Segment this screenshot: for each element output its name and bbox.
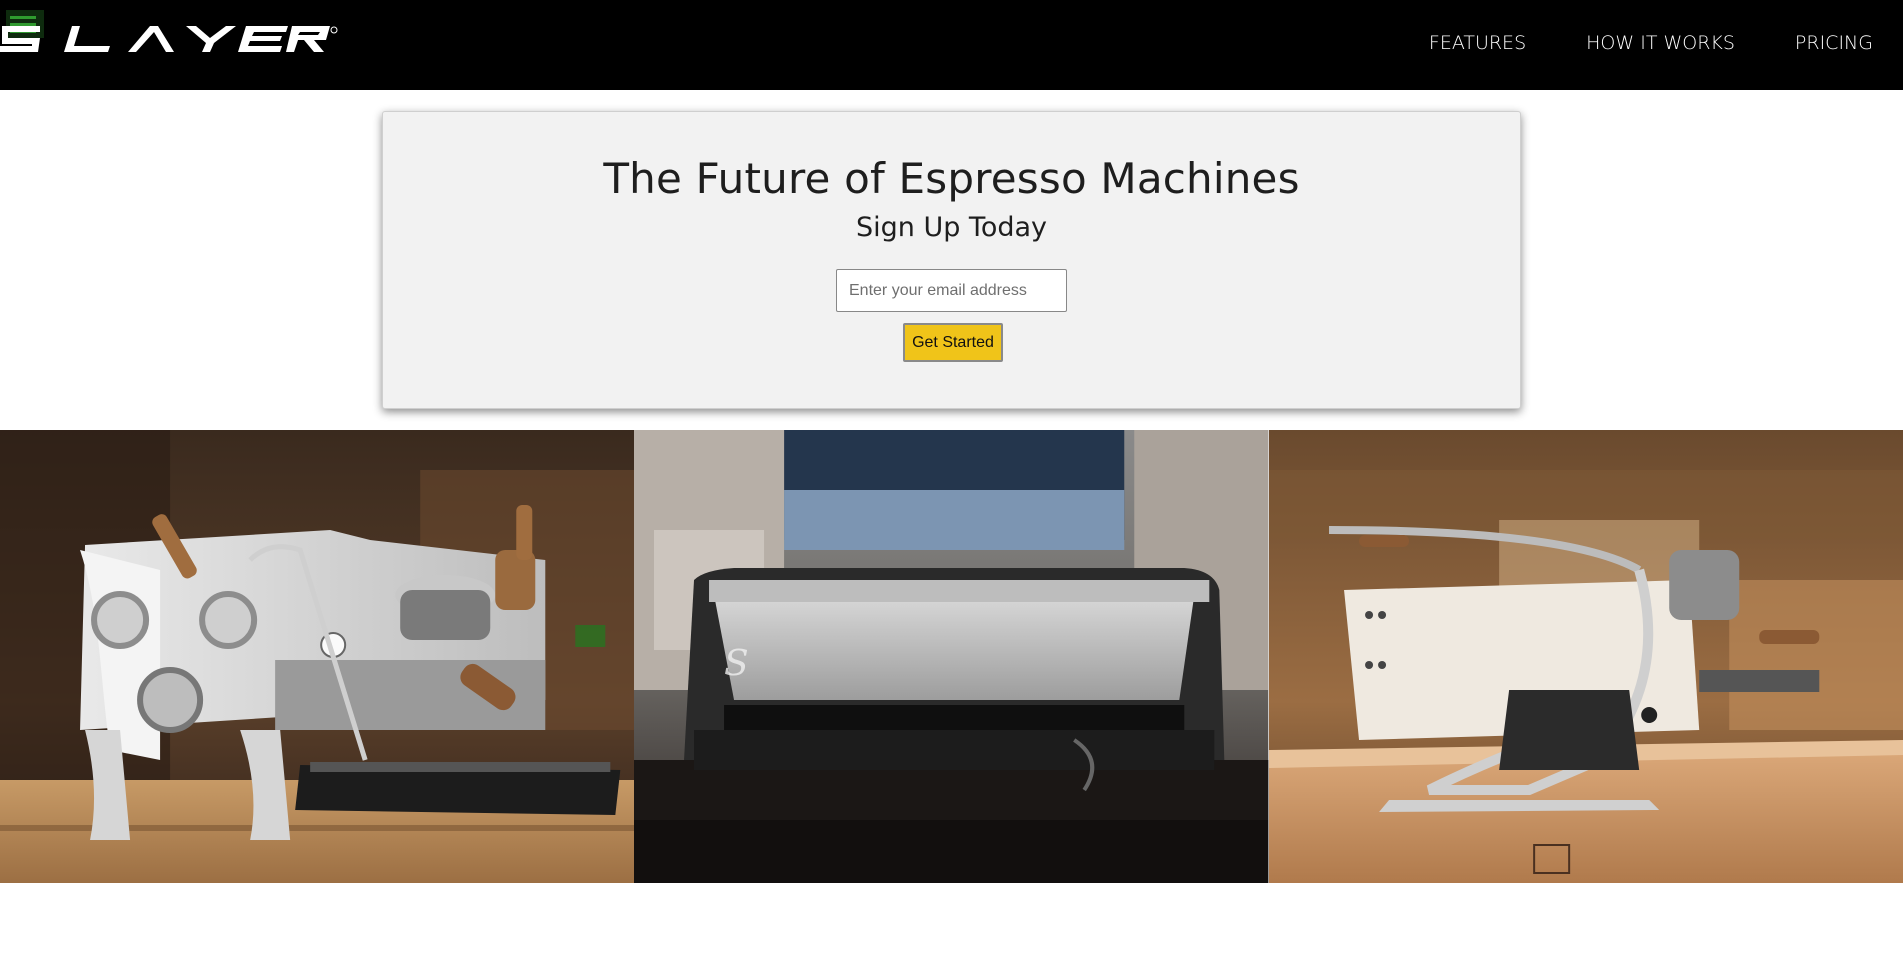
email-input[interactable] bbox=[836, 269, 1067, 312]
espresso-machine-side-photo bbox=[1268, 430, 1903, 883]
logo-icon bbox=[0, 10, 338, 52]
main-nav: FEATURES HOW IT WORKS PRICING bbox=[1429, 32, 1873, 54]
nav-how-it-works[interactable]: HOW IT WORKS bbox=[1586, 32, 1735, 54]
hero-title: The Future of Espresso Machines bbox=[603, 154, 1300, 203]
slayer-logo[interactable] bbox=[0, 8, 340, 58]
nav-pricing[interactable]: PRICING bbox=[1795, 32, 1873, 54]
signup-card: The Future of Espresso Machines Sign Up … bbox=[382, 111, 1521, 409]
nav-features[interactable]: FEATURES bbox=[1429, 32, 1526, 54]
espresso-machine-white-photo bbox=[0, 430, 635, 883]
svg-text:S: S bbox=[724, 643, 749, 684]
hero-subtitle: Sign Up Today bbox=[855, 212, 1048, 243]
get-started-button[interactable]: Get Started bbox=[903, 323, 1003, 362]
product-photos: S bbox=[0, 430, 1903, 883]
site-header: FEATURES HOW IT WORKS PRICING bbox=[0, 0, 1903, 90]
espresso-machine-front-photo: S bbox=[634, 430, 1269, 883]
